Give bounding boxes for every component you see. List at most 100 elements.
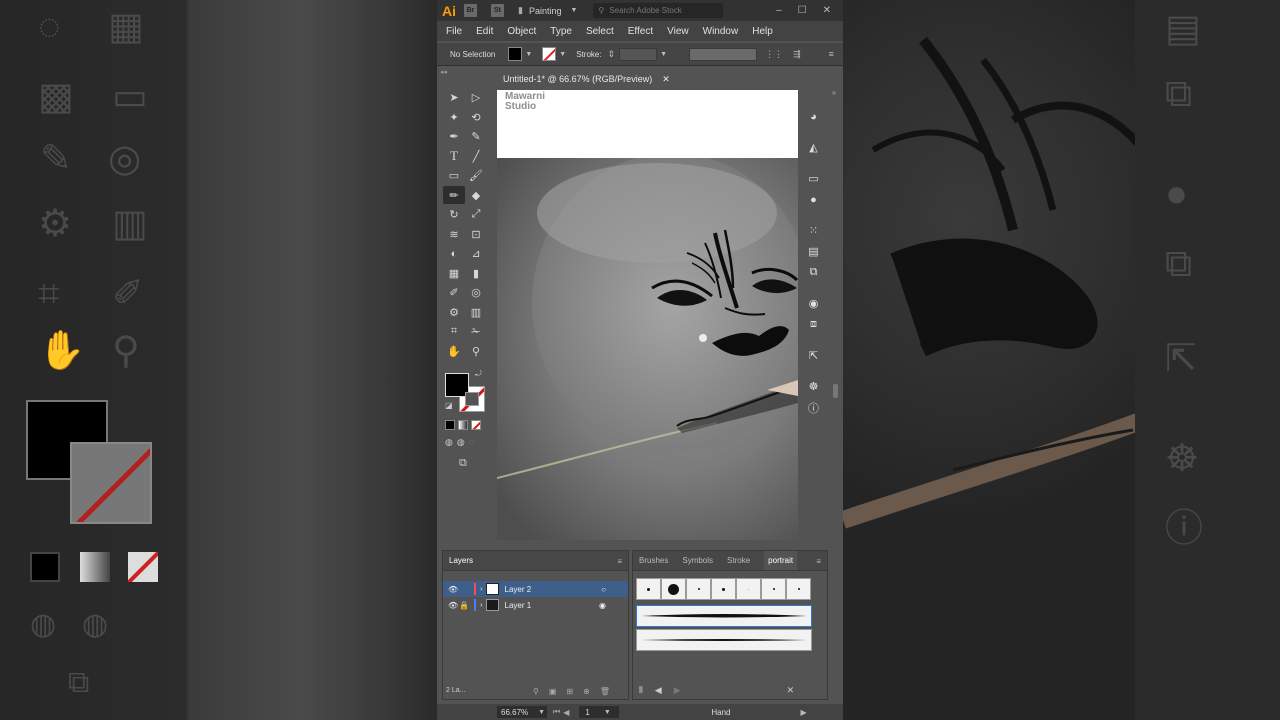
document-tab[interactable]: Untitled-1* @ 66.67% (RGB/Preview) ✕ [497, 69, 671, 89]
menu-object[interactable]: Object [507, 26, 536, 37]
menu-edit[interactable]: Edit [476, 26, 493, 37]
close-icon[interactable]: ✕ [823, 5, 831, 16]
remove-stroke-icon[interactable]: ✕ [787, 685, 795, 696]
draw-behind-icon[interactable]: ◍ [457, 437, 465, 448]
menu-help[interactable]: Help [752, 26, 773, 37]
stock-search-field[interactable]: ⚲ Search Adobe Stock [593, 3, 724, 18]
target-circle-icon[interactable]: ◉ [599, 601, 606, 610]
minimize-icon[interactable]: – [776, 5, 782, 16]
fill-dropdown-icon[interactable]: ▼ [525, 51, 532, 58]
gradient-mode-button[interactable] [458, 420, 468, 430]
properties-icon[interactable]: ☸ [799, 376, 828, 397]
gradient-tool-icon[interactable]: ▮ [465, 264, 487, 282]
artboard-number-field[interactable]: 1 ▼ [579, 706, 620, 718]
eraser-tool-icon[interactable]: ◆ [465, 186, 487, 204]
free-transform-tool-icon[interactable]: ⊡ [465, 225, 487, 243]
layer-name[interactable]: Layer 1 [505, 601, 532, 610]
menu-type[interactable]: Type [550, 26, 572, 37]
stock-button[interactable]: St [491, 4, 504, 17]
shape-builder-tool-icon[interactable]: ◐ [443, 245, 465, 263]
menu-file[interactable]: File [446, 26, 462, 37]
target-circle-icon[interactable]: ○ [601, 585, 606, 594]
rectangle-tool-icon[interactable]: ▭ [443, 167, 465, 185]
column-graph-tool-icon[interactable]: ▥ [465, 303, 487, 321]
direct-selection-tool-icon[interactable]: ▷ [465, 89, 487, 107]
tab-portrait[interactable]: portrait [764, 551, 798, 570]
workspace-switcher[interactable]: Painting ▼ [529, 6, 577, 16]
warp-tool-icon[interactable]: ≋ [443, 225, 465, 243]
gpu-icon[interactable]: ▮ [518, 5, 523, 16]
stroke-dropdown-icon[interactable]: ▼ [559, 51, 566, 58]
status-menu-arrow-icon[interactable]: ▶ [800, 708, 806, 717]
visibility-eye-icon[interactable]: 👁 [448, 601, 458, 610]
brush-preset[interactable] [761, 578, 786, 600]
menu-view[interactable]: View [667, 26, 689, 37]
variable-width-field[interactable] [689, 47, 758, 61]
scrollbar-thumb[interactable] [833, 384, 838, 398]
slice-tool-icon[interactable]: ✁ [465, 323, 487, 341]
first-artboard-icon[interactable]: ⏮ [553, 707, 560, 717]
layer-row[interactable]: 👁 › Layer 2 ○ [443, 581, 628, 597]
blend-tool-icon[interactable]: ◎ [465, 284, 487, 302]
stroke-weight-input[interactable] [619, 47, 658, 61]
brush-preset[interactable] [736, 578, 761, 600]
brush-library-icon[interactable]: ⫴ [639, 685, 643, 696]
bridge-button[interactable]: Br [464, 4, 477, 17]
visibility-eye-icon[interactable]: 👁 [448, 585, 458, 594]
none-mode-button[interactable] [471, 420, 481, 430]
brushes-menu-icon[interactable]: ≡ [816, 557, 821, 566]
perspective-grid-tool-icon[interactable]: ⊿ [465, 245, 487, 263]
transform-icon[interactable]: ⧉ [799, 262, 828, 283]
stroke-weight-dropdown-icon[interactable]: ▼ [660, 51, 667, 58]
lasso-tool-icon[interactable]: ⟲ [465, 108, 487, 126]
maximize-icon[interactable]: ☐ [798, 5, 807, 16]
screen-mode-icon[interactable]: ⧉ [459, 457, 467, 470]
scale-tool-icon[interactable]: ⤢ [465, 206, 487, 224]
expand-arrow-icon[interactable]: › [480, 586, 482, 593]
color-guide-icon[interactable]: ◕ [799, 106, 828, 127]
menu-window[interactable]: Window [703, 26, 739, 37]
delete-layer-icon[interactable]: 🗑 [600, 687, 610, 696]
stroke-swatch[interactable] [542, 47, 557, 61]
align-icon[interactable]: ▤ [799, 241, 828, 262]
layer-name[interactable]: Layer 2 [505, 585, 532, 594]
paintbrush-tool-icon[interactable]: 🖌 [465, 167, 487, 185]
color-mode-button[interactable] [445, 420, 455, 430]
lock-icon[interactable]: 🔒 [458, 601, 470, 610]
menu-effect[interactable]: Effect [628, 26, 653, 37]
line-tool-icon[interactable]: ╱ [465, 147, 487, 165]
brush-preset[interactable] [661, 578, 686, 600]
hand-tool-icon[interactable]: ✋ [443, 342, 465, 360]
brush-preset[interactable] [711, 578, 736, 600]
tab-layers[interactable]: Layers [449, 556, 473, 565]
magic-wand-tool-icon[interactable]: ✦ [443, 108, 465, 126]
default-colors-icon[interactable]: ◪ [445, 401, 453, 410]
brush-stroke-preset[interactable] [636, 629, 812, 651]
dock-collapse-icon[interactable]: » [832, 90, 836, 97]
pencil-tool-icon[interactable]: ✏ [443, 186, 465, 205]
symbol-sprayer-tool-icon[interactable]: ⚙ [443, 303, 465, 321]
swatches-icon[interactable]: ▭ [799, 168, 828, 189]
draw-inside-icon[interactable]: ◌ [469, 437, 474, 448]
curvature-tool-icon[interactable]: ✎ [465, 128, 487, 146]
layer-row[interactable]: 👁 🔒 › Layer 1 ◉ [443, 597, 628, 613]
close-tab-icon[interactable]: ✕ [662, 74, 670, 85]
layers-menu-icon[interactable]: ≡ [617, 557, 622, 566]
brush-preset[interactable] [686, 578, 711, 600]
new-sublayer-icon[interactable]: ⊞ [566, 687, 573, 696]
mesh-tool-icon[interactable]: ▦ [443, 264, 465, 282]
tab-stroke[interactable]: Stroke [727, 556, 750, 565]
asset-export-icon[interactable]: ⇱ [799, 345, 828, 366]
prev-library-icon[interactable]: ◀ [655, 685, 662, 696]
brush-stroke-preset[interactable] [636, 605, 812, 627]
expand-arrow-icon[interactable]: › [480, 602, 482, 609]
type-tool-icon[interactable]: T [443, 147, 465, 165]
eyedropper-tool-icon[interactable]: ✐ [443, 284, 465, 302]
menu-select[interactable]: Select [586, 26, 614, 37]
info-icon[interactable]: ⓘ [799, 397, 828, 418]
tab-symbols[interactable]: Symbols [682, 556, 713, 565]
rotate-tool-icon[interactable]: ↻ [443, 206, 465, 224]
brush-definition-icon[interactable]: ⋮⋮ [765, 49, 783, 60]
locate-object-icon[interactable]: ⚲ [533, 687, 539, 696]
tab-brushes[interactable]: Brushes [639, 556, 668, 565]
